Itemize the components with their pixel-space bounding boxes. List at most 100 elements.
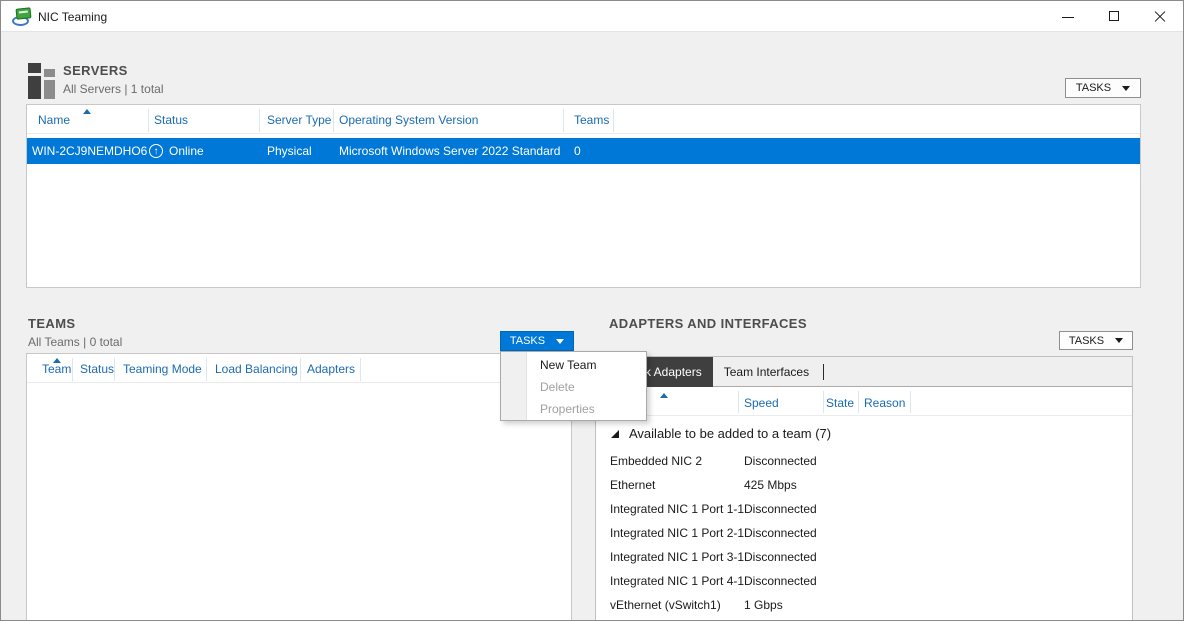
servers-table: Name Status Server Type Operating System… <box>26 104 1141 288</box>
sort-ascending-icon <box>83 109 91 114</box>
servers-tasks-button[interactable]: TASKS <box>1065 78 1141 98</box>
adapter-name: Integrated NIC 1 Port 4-1 <box>610 569 744 593</box>
minimize-button[interactable] <box>1045 1 1091 32</box>
group-expanded-icon <box>611 430 619 438</box>
sort-ascending-icon <box>660 393 668 398</box>
teams-col-team[interactable]: Team <box>42 362 71 376</box>
servers-icon <box>28 63 58 99</box>
column-divider <box>300 358 301 381</box>
teams-section-title: TEAMS <box>28 316 76 331</box>
servers-col-teams[interactable]: Teams <box>574 113 609 127</box>
adapters-table-header: Speed State Reason <box>596 388 1132 416</box>
column-divider <box>259 109 260 132</box>
column-divider <box>114 358 115 381</box>
chevron-down-icon <box>556 339 564 344</box>
menu-icon-gutter <box>501 352 527 420</box>
column-divider <box>360 358 361 381</box>
column-divider <box>563 109 564 132</box>
adapter-row[interactable]: vEthernet (vSwitch1) 1 Gbps <box>596 593 1132 617</box>
adapter-name: Ethernet <box>610 473 655 497</box>
teams-col-adapters[interactable]: Adapters <box>307 362 355 376</box>
adapters-col-reason[interactable]: Reason <box>864 396 905 410</box>
servers-tasks-label: TASKS <box>1076 82 1111 94</box>
servers-col-os-version[interactable]: Operating System Version <box>339 113 478 127</box>
maximize-icon <box>1109 11 1119 21</box>
adapter-speed: 425 Mbps <box>744 473 797 497</box>
server-status: Online <box>169 138 204 164</box>
titlebar[interactable]: NIC Teaming <box>1 1 1183 32</box>
tab-divider <box>823 364 824 380</box>
column-divider <box>738 391 739 413</box>
menu-item-delete[interactable]: Delete <box>528 376 645 398</box>
adapters-group-header[interactable]: Available to be added to a team (7) <box>596 421 1132 447</box>
group-label: Available to be added to a team (7) <box>629 426 831 441</box>
teams-col-teaming-mode[interactable]: Teaming Mode <box>123 362 202 376</box>
server-type: Physical <box>267 138 312 164</box>
adapter-row[interactable]: Integrated NIC 1 Port 3-1 Disconnected <box>596 545 1132 569</box>
adapter-speed: Disconnected <box>744 449 817 473</box>
nic-teaming-window: NIC Teaming SERVERS All Servers | 1 tota… <box>0 0 1184 621</box>
adapters-tasks-button[interactable]: TASKS <box>1059 331 1133 350</box>
server-row-selected[interactable]: WIN-2CJ9NEMDHO6 ↑ Online Physical Micros… <box>27 138 1140 164</box>
network-card-icon <box>15 7 31 20</box>
adapter-speed: Disconnected <box>744 545 817 569</box>
sort-ascending-icon <box>53 358 61 363</box>
servers-col-server-type[interactable]: Server Type <box>267 113 331 127</box>
adapter-name: vEthernet (vSwitch1) <box>610 593 721 617</box>
adapter-row[interactable]: Embedded NIC 2 Disconnected <box>596 449 1132 473</box>
server-os-version: Microsoft Windows Server 2022 Standard <box>339 138 560 164</box>
adapter-speed: Disconnected <box>744 497 817 521</box>
chevron-down-icon <box>1122 86 1130 91</box>
adapter-name: Embedded NIC 2 <box>610 449 702 473</box>
teams-col-status[interactable]: Status <box>80 362 114 376</box>
column-divider <box>823 391 824 413</box>
adapters-tasks-label: TASKS <box>1069 335 1104 347</box>
adapter-speed: 1 Gbps <box>744 593 783 617</box>
menu-item-properties[interactable]: Properties <box>528 398 645 420</box>
online-up-arrow-icon: ↑ <box>149 144 163 158</box>
adapter-speed: Disconnected <box>744 569 817 593</box>
adapter-row[interactable]: Integrated NIC 1 Port 4-1 Disconnected <box>596 569 1132 593</box>
servers-section-title: SERVERS <box>63 63 128 78</box>
teams-table: Team Status Teaming Mode Load Balancing … <box>26 353 572 621</box>
column-divider <box>613 109 614 132</box>
teams-table-header: Team Status Teaming Mode Load Balancing … <box>27 354 571 383</box>
adapter-name: Integrated NIC 1 Port 1-1 <box>610 497 744 521</box>
teams-tasks-label: TASKS <box>510 335 545 347</box>
servers-col-name[interactable]: Name <box>38 113 70 127</box>
column-divider <box>333 109 334 132</box>
adapter-name: Integrated NIC 1 Port 2-1 <box>610 521 744 545</box>
adapter-row[interactable]: Integrated NIC 1 Port 1-1 Disconnected <box>596 497 1132 521</box>
window-title: NIC Teaming <box>38 10 107 24</box>
teams-tasks-button[interactable]: TASKS <box>500 331 574 351</box>
adapter-row[interactable]: Integrated NIC 1 Port 2-1 Disconnected <box>596 521 1132 545</box>
servers-section-subtitle: All Servers | 1 total <box>63 82 164 96</box>
close-button[interactable] <box>1137 1 1183 32</box>
teams-tasks-menu: New Team Delete Properties <box>500 351 647 421</box>
window-controls <box>1045 1 1183 32</box>
servers-table-header: Name Status Server Type Operating System… <box>27 105 1140 134</box>
column-divider <box>148 109 149 132</box>
tab-team-interfaces[interactable]: Team Interfaces <box>713 357 820 387</box>
servers-col-status[interactable]: Status <box>154 113 188 127</box>
minimize-icon <box>1062 17 1074 18</box>
column-divider <box>858 391 859 413</box>
adapters-panel: Network Adapters Team Interfaces Speed S… <box>595 356 1133 621</box>
column-divider <box>72 358 73 381</box>
teams-section-subtitle: All Teams | 0 total <box>28 335 122 349</box>
adapter-row[interactable]: Ethernet 425 Mbps <box>596 473 1132 497</box>
server-name: WIN-2CJ9NEMDHO6 <box>32 138 147 164</box>
chevron-down-icon <box>1115 338 1123 343</box>
adapter-name: Integrated NIC 1 Port 3-1 <box>610 545 744 569</box>
server-teams-count: 0 <box>574 138 581 164</box>
adapter-speed: Disconnected <box>744 521 817 545</box>
nic-teaming-app-icon <box>12 7 34 26</box>
column-divider <box>206 358 207 381</box>
maximize-button[interactable] <box>1091 1 1137 32</box>
adapters-col-speed[interactable]: Speed <box>744 396 779 410</box>
menu-item-new-team[interactable]: New Team <box>528 354 645 376</box>
adapters-tabstrip: Network Adapters Team Interfaces <box>596 357 1132 387</box>
adapters-col-state[interactable]: State <box>826 396 854 410</box>
column-divider <box>910 391 911 413</box>
teams-col-load-balancing[interactable]: Load Balancing <box>215 362 298 376</box>
